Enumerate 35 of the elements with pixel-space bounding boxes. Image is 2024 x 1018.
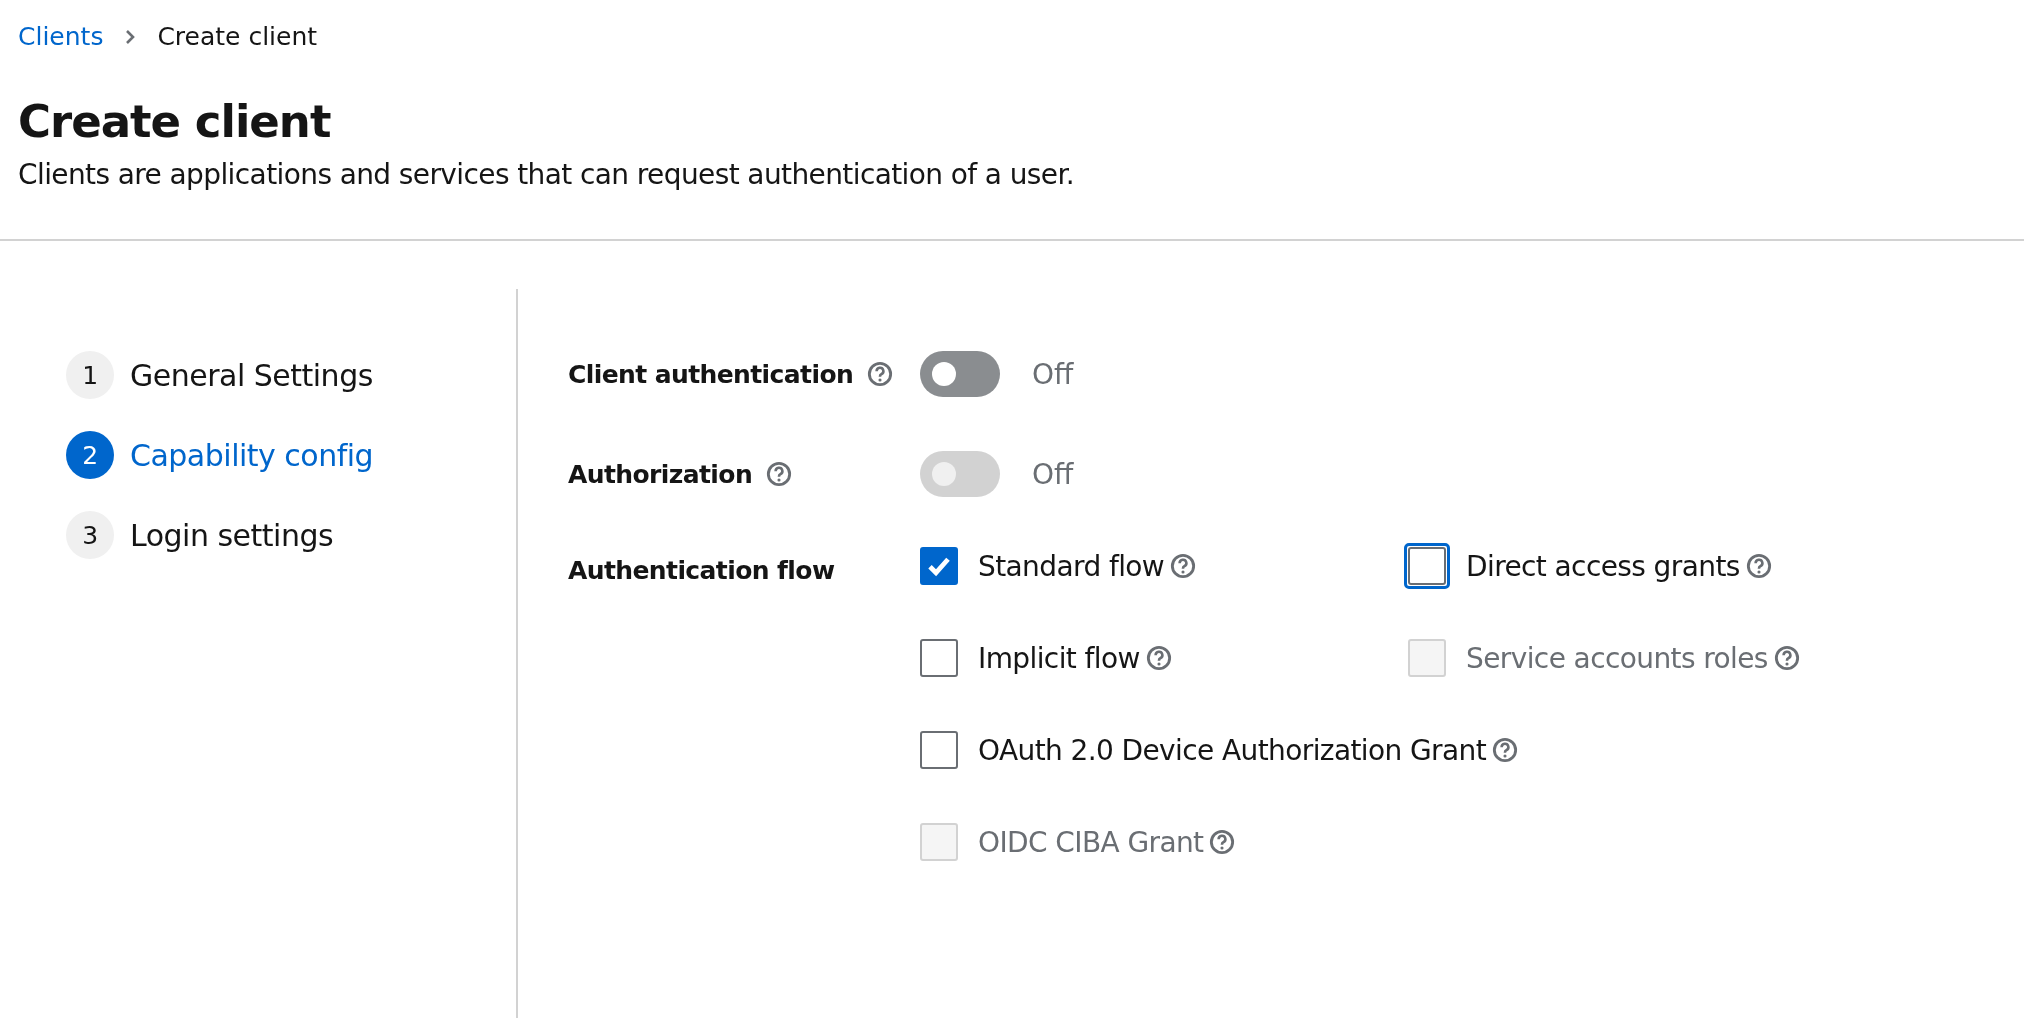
step-number: 3 (66, 511, 114, 559)
checkbox-label: Direct access grants (1466, 549, 1740, 583)
wizard-step[interactable]: 1 General Settings (66, 351, 516, 399)
checkbox[interactable] (920, 639, 958, 677)
checkbox-label: Implicit flow (978, 641, 1140, 675)
wizard-step[interactable]: 3 Login settings (66, 511, 516, 559)
checkbox-label: Standard flow (978, 549, 1165, 583)
help-icon[interactable] (867, 361, 894, 387)
page-title: Create client (18, 95, 332, 148)
checkbox-label: Service accounts roles (1466, 641, 1768, 675)
switch-state-text: Off (1032, 357, 1074, 391)
field-label: Authentication flow (568, 555, 835, 585)
field-label: Client authentication (568, 359, 854, 389)
field-label: Authorization (568, 459, 753, 489)
help-icon[interactable] (1209, 829, 1236, 855)
breadcrumb-link[interactable]: Clients (18, 22, 104, 51)
wizard-step[interactable]: 2 Capability config (66, 431, 516, 479)
step-number: 1 (66, 351, 114, 399)
help-icon[interactable] (766, 461, 793, 487)
help-icon[interactable] (1492, 737, 1519, 763)
chevron-right-icon (125, 28, 136, 45)
step-number: 2 (66, 431, 114, 479)
checkbox[interactable] (1408, 547, 1446, 585)
checkbox-label: OIDC CIBA Grant (978, 825, 1204, 859)
checkbox[interactable] (920, 547, 958, 585)
page-description: Clients are applications and services that can request authentication of a user. (18, 158, 1076, 191)
help-icon[interactable] (1773, 645, 1800, 671)
checkbox[interactable] (920, 731, 958, 769)
toggle-switch[interactable] (920, 351, 1000, 397)
help-icon[interactable] (1145, 645, 1172, 671)
breadcrumb-current: Create client (157, 22, 318, 51)
checkbox-label: OAuth 2.0 Device Authorization Grant (978, 733, 1487, 767)
help-icon[interactable] (1745, 553, 1772, 579)
help-icon[interactable] (1170, 553, 1197, 579)
switch-state-text: Off (1032, 457, 1074, 491)
